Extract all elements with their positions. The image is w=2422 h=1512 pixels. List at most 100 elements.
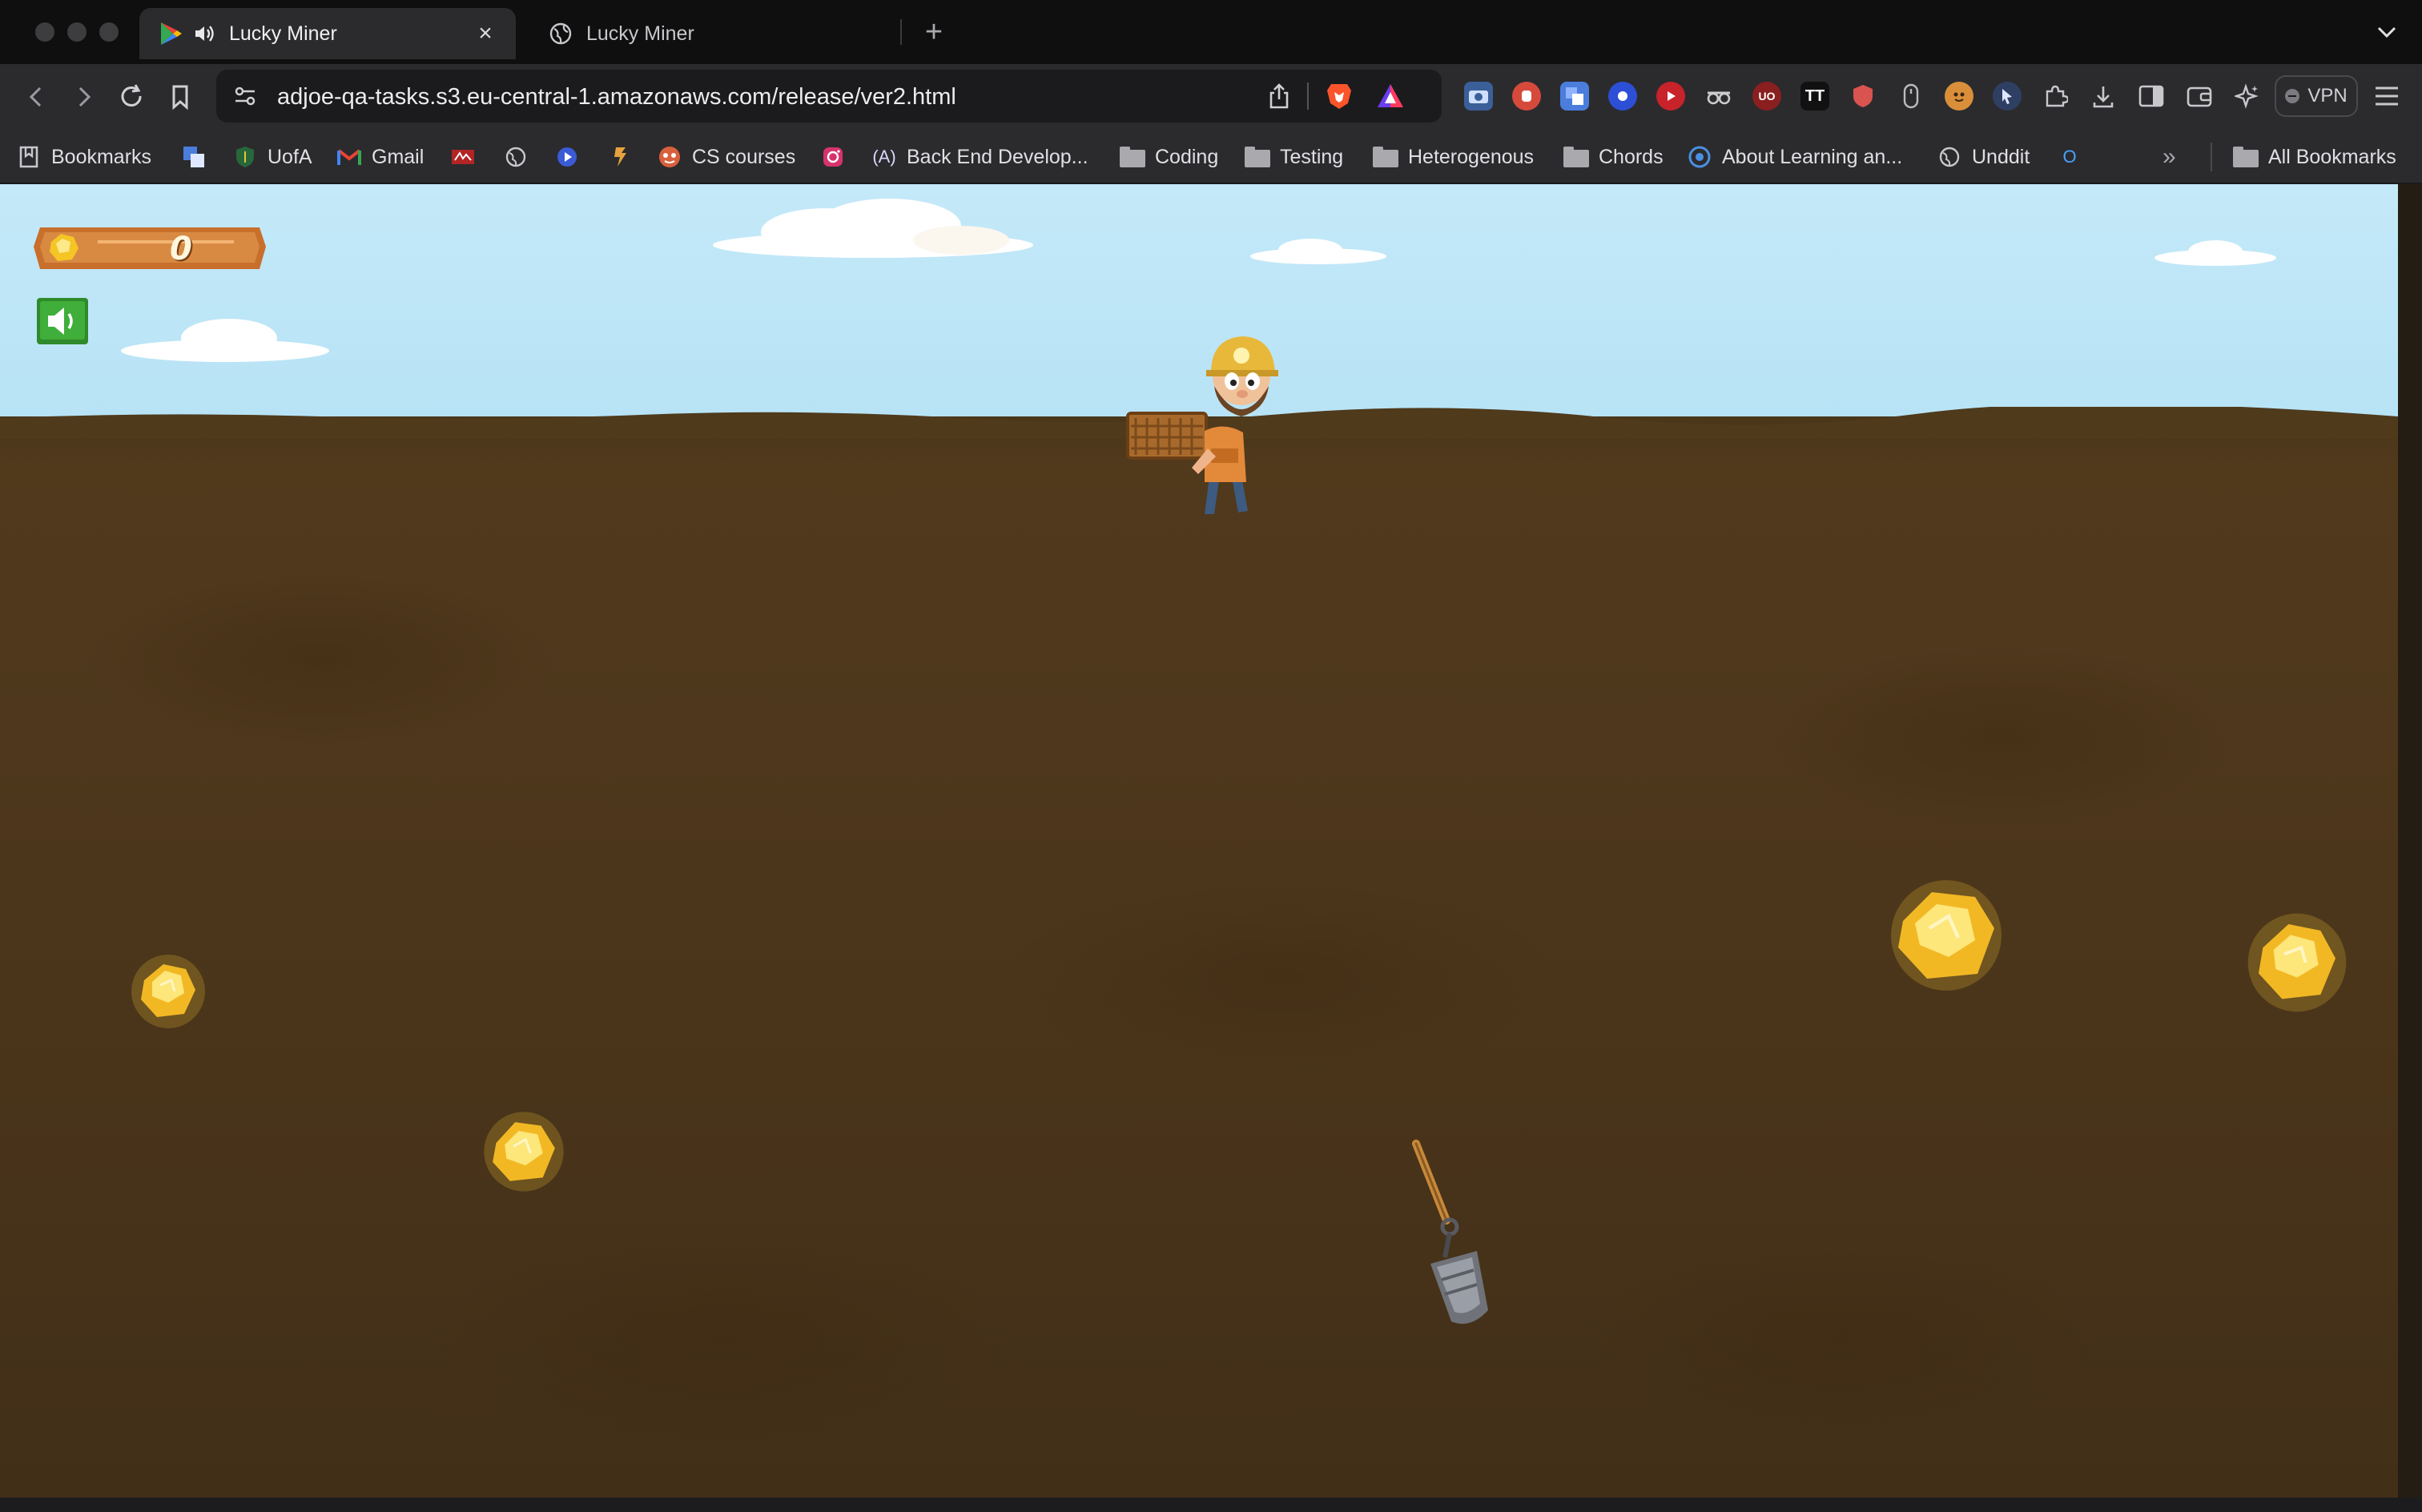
window-minimize-button[interactable]: [67, 22, 86, 42]
globe-favicon-icon: [548, 21, 573, 46]
instagram-icon: [820, 144, 846, 170]
bookmarks-overflow-button[interactable]: »: [2162, 130, 2176, 184]
wallet-icon[interactable]: [2185, 82, 2214, 111]
window-zoom-button[interactable]: [99, 22, 119, 42]
shield-ext-icon[interactable]: [1849, 82, 1877, 111]
flag-bm-icon: [607, 144, 633, 170]
tab-lucky-miner-inactive[interactable]: Lucky Miner: [529, 8, 897, 59]
gold-nugget-icon: [50, 234, 78, 261]
game-canvas[interactable]: 0: [0, 184, 2398, 1498]
folder-icon: [1245, 147, 1270, 167]
tab-lucky-miner-active[interactable]: Lucky Miner ×: [139, 8, 516, 59]
bookmark-folder-heterogenous[interactable]: Heterogenous: [1373, 130, 1534, 184]
stop-hand-icon[interactable]: [1512, 82, 1541, 111]
play-ext-icon[interactable]: [1656, 82, 1685, 111]
bookmark-gmail[interactable]: Gmail: [336, 130, 424, 184]
new-tab-button[interactable]: +: [918, 16, 950, 48]
bookmark-uofa[interactable]: UofA: [232, 130, 312, 184]
window-bottom-edge: [0, 1498, 2422, 1512]
bookmark-unddit[interactable]: Unddit: [1937, 130, 2030, 184]
gmail-icon: [336, 144, 362, 170]
reload-icon[interactable]: [115, 80, 149, 114]
bookmark-back-end[interactable]: (A) Back End Develop...: [871, 130, 1088, 184]
tab-search-chevron-icon[interactable]: [2372, 18, 2401, 46]
download-icon[interactable]: [2089, 82, 2118, 111]
bookmark-cs-courses[interactable]: CS courses: [657, 130, 795, 184]
sound-toggle-button[interactable]: [35, 296, 90, 346]
brave-rewards-icon[interactable]: [1376, 82, 1405, 110]
all-bookmarks-button[interactable]: All Bookmarks: [2233, 130, 2396, 184]
score-value: 0: [170, 231, 192, 267]
scrollbar-gutter: [2398, 184, 2422, 1498]
bookmark-flag[interactable]: [607, 130, 633, 184]
gold-nugget: [484, 1112, 564, 1192]
face-ext-icon[interactable]: [1945, 82, 1973, 111]
learning-icon: [1687, 144, 1712, 170]
address-bar[interactable]: adjoe-qa-tasks.s3.eu-central-1.amazonaws…: [216, 70, 1442, 123]
bookmark-folder-chords[interactable]: Chords: [1563, 130, 1664, 184]
browser-toolbar: adjoe-qa-tasks.s3.eu-central-1.amazonaws…: [0, 64, 2422, 130]
ublock-icon[interactable]: UO: [1752, 82, 1781, 111]
shield-bm-icon: [232, 144, 258, 170]
bookmark-folder-coding[interactable]: Coding: [1120, 130, 1218, 184]
folder-icon: [1373, 147, 1398, 167]
puzzle-icon[interactable]: [2041, 82, 2070, 111]
bookmark-globe[interactable]: [503, 130, 529, 184]
folder-icon: [1563, 147, 1589, 167]
omnibox-separator: [1307, 82, 1309, 110]
vpn-status-icon: [2285, 89, 2300, 103]
address-url: adjoe-qa-tasks.s3.eu-central-1.amazonaws…: [277, 84, 956, 110]
score-panel: 0: [34, 223, 266, 274]
tt-ext-icon[interactable]: TT: [1800, 82, 1829, 111]
bookmark-translate[interactable]: [181, 130, 207, 184]
bookmark-about-learning[interactable]: About Learning an...: [1687, 130, 1902, 184]
hamburger-menu-icon[interactable]: [2371, 82, 2403, 111]
gold-nugget: [1891, 880, 2002, 991]
tab-close-button[interactable]: ×: [471, 19, 500, 48]
tab-title: Lucky Miner: [586, 22, 694, 45]
tab-audio-icon[interactable]: [192, 22, 216, 46]
vpn-button[interactable]: VPN: [2275, 75, 2358, 117]
bookmark-page-icon[interactable]: [163, 80, 197, 114]
bookmark-bookmarks[interactable]: Bookmarks: [16, 130, 151, 184]
bookmark-play[interactable]: [554, 130, 580, 184]
back-icon[interactable]: [19, 80, 53, 114]
site-settings-icon[interactable]: [232, 83, 258, 109]
red-site-icon: [450, 144, 476, 170]
gold-nugget: [2247, 913, 2347, 1012]
cs-courses-icon: [657, 144, 682, 170]
circle-ext-icon[interactable]: [1608, 82, 1637, 111]
gold-nugget: [131, 955, 205, 1028]
spy-glasses-icon[interactable]: [1704, 82, 1733, 111]
backend-icon: (A): [872, 147, 896, 167]
bookmark-instagram[interactable]: [820, 130, 846, 184]
globe-icon: [1937, 144, 1962, 170]
share-icon[interactable]: [1265, 82, 1293, 110]
play-store-favicon-icon: [159, 21, 184, 46]
cloud: [713, 199, 1033, 258]
folder-icon: [1120, 147, 1145, 167]
cloud: [121, 319, 329, 362]
screenshot-icon[interactable]: [1464, 82, 1493, 111]
translate-icon[interactable]: [1560, 82, 1589, 111]
cloud: [2154, 240, 2276, 266]
tab-divider: [900, 19, 902, 45]
miner-character: [1192, 336, 1278, 514]
o-bm-icon: O: [2062, 147, 2077, 167]
mouse-icon[interactable]: [1897, 82, 1925, 111]
vpn-label: VPN: [2307, 85, 2348, 107]
mining-hook: [1412, 1140, 1488, 1324]
bookmark-folder-testing[interactable]: Testing: [1245, 130, 1343, 184]
brave-shields-icon[interactable]: [1325, 81, 1354, 111]
window-close-button[interactable]: [35, 22, 54, 42]
play-bm-icon: [554, 144, 580, 170]
bookmark-o[interactable]: O: [2057, 130, 2082, 184]
bookmark-red-site[interactable]: [450, 130, 476, 184]
forward-icon[interactable]: [67, 80, 101, 114]
sidebar-icon[interactable]: [2137, 82, 2166, 111]
cursor-ext-icon[interactable]: [1993, 82, 2022, 111]
leo-ai-icon[interactable]: [2233, 82, 2262, 111]
bookmarks-separator: [2211, 143, 2212, 171]
translate-bm-icon: [181, 144, 207, 170]
tab-strip: Lucky Miner × Lucky Miner +: [0, 0, 2422, 64]
